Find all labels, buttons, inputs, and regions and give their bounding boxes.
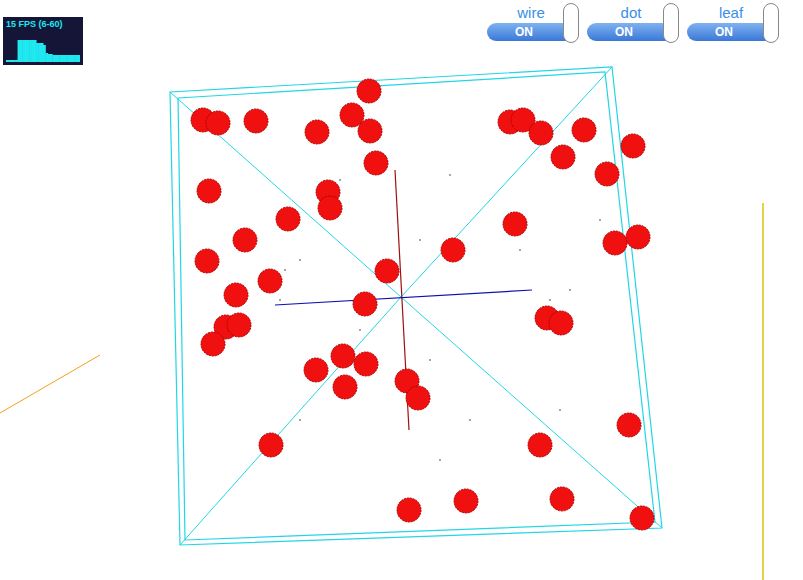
point [339,179,341,181]
point [299,419,301,421]
viewer: 15 FPS (6-60) wire ON dot ON leaf ON [0,0,803,580]
sphere[interactable] [331,344,355,368]
toggle-state: ON [515,25,533,39]
sphere[interactable] [529,121,553,145]
bounding-box [178,72,655,540]
box-edge [401,67,612,297]
point [284,269,286,271]
sphere[interactable] [195,249,219,273]
sphere[interactable] [305,120,329,144]
sphere[interactable] [233,228,257,252]
toggle[interactable]: dot ON [587,3,679,45]
toggle-switch[interactable]: ON [487,23,575,41]
axis-line [762,203,764,580]
sphere[interactable] [358,119,382,143]
toggle-label: dot [587,3,675,23]
point [279,299,281,301]
sphere[interactable] [528,433,552,457]
point [549,299,551,301]
toggle-switch[interactable]: ON [587,23,675,41]
fps-graph [6,32,80,62]
point [299,259,301,261]
toggle-knob[interactable] [563,3,579,43]
toggle-knob[interactable] [763,3,779,43]
point [419,239,421,241]
point [599,219,601,221]
sphere[interactable] [259,433,283,457]
fps-bar [78,55,80,62]
sphere[interactable] [304,358,328,382]
sphere[interactable] [406,386,430,410]
box-edge [180,297,401,545]
sphere[interactable] [276,207,300,231]
sphere[interactable] [397,498,421,522]
toggle[interactable]: wire ON [487,3,579,45]
sphere[interactable] [357,79,381,103]
sphere[interactable] [353,292,377,316]
sphere[interactable] [551,145,575,169]
toggle-knob[interactable] [663,3,679,43]
box-edge [170,92,401,297]
sphere[interactable] [227,313,251,337]
sphere[interactable] [258,269,282,293]
point [469,419,471,421]
sphere[interactable] [503,212,527,236]
toggle[interactable]: leaf ON [687,3,779,45]
toggle-state: ON [715,25,733,39]
point [359,329,361,331]
toggle-state: ON [615,25,633,39]
sphere[interactable] [206,111,230,135]
bounding-box [170,67,662,545]
sphere[interactable] [201,332,225,356]
fps-label: 15 FPS (6-60) [6,19,80,30]
point [439,459,441,461]
toggle-label: leaf [687,3,775,23]
sphere[interactable] [224,283,248,307]
scene-canvas[interactable] [0,0,803,580]
sphere[interactable] [333,375,357,399]
x-axis [275,290,532,305]
sphere[interactable] [318,196,342,220]
sphere[interactable] [364,151,388,175]
axis-line [0,355,100,413]
point [569,289,571,291]
fps-meter: 15 FPS (6-60) [3,17,83,65]
sphere[interactable] [244,109,268,133]
sphere[interactable] [572,118,596,142]
sphere[interactable] [603,231,627,255]
toggle-label: wire [487,3,575,23]
sphere[interactable] [197,179,221,203]
sphere[interactable] [441,238,465,262]
sphere[interactable] [621,134,645,158]
sphere[interactable] [595,162,619,186]
point [559,409,561,411]
point [519,249,521,251]
sphere[interactable] [626,225,650,249]
sphere[interactable] [549,311,573,335]
toggle-switch[interactable]: ON [687,23,775,41]
point [449,174,451,176]
sphere[interactable] [454,489,478,513]
sphere[interactable] [630,506,654,530]
point [429,359,431,361]
sphere[interactable] [550,487,574,511]
sphere[interactable] [375,259,399,283]
sphere[interactable] [354,352,378,376]
sphere[interactable] [617,413,641,437]
box-edge [401,297,662,528]
toggle-bar: wire ON dot ON leaf ON [487,3,779,45]
